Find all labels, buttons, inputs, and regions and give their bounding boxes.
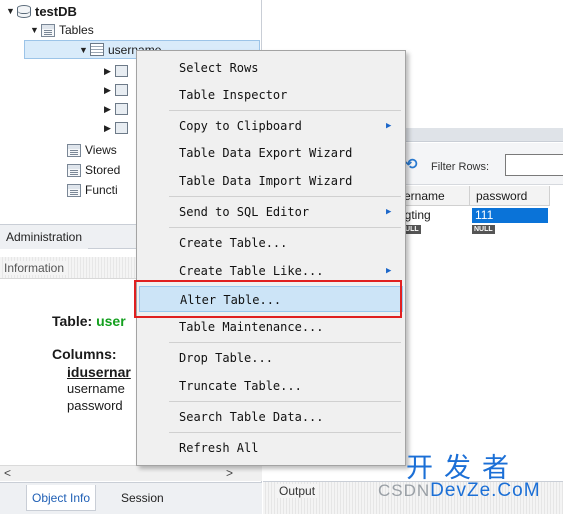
menu-item-label: Search Table Data...: [179, 410, 324, 424]
foreign-keys-icon: [115, 103, 128, 115]
tab-administration[interactable]: Administration: [0, 225, 89, 249]
tree-item-stored-procedures[interactable]: Stored: [67, 161, 120, 179]
scroll-left-icon[interactable]: <: [4, 466, 11, 480]
menu-item-table-data-import-wizard[interactable]: Table Data Import Wizard: [139, 168, 403, 194]
menu-item-label: Table Data Export Wizard: [179, 146, 353, 160]
tree-item-label: Views: [85, 143, 117, 157]
menu-separator: [169, 110, 401, 111]
info-columns-label: Columns:: [52, 346, 117, 362]
tree-item-functions[interactable]: Functi: [67, 181, 118, 199]
table-icon: [90, 43, 104, 56]
output-label: Output: [276, 484, 319, 498]
tree-item-columns[interactable]: ▶: [104, 62, 132, 80]
menu-item-label: Alter Table...: [180, 293, 282, 307]
menu-item-label: Refresh All: [179, 441, 259, 455]
menu-item-label: Create Table...: [179, 236, 288, 250]
menu-item-label: Table Maintenance...: [179, 320, 324, 334]
submenu-arrow-icon: ▶: [386, 266, 392, 276]
expand-arrow-icon[interactable]: ▼: [30, 25, 41, 35]
horizontal-scrollbar[interactable]: < >: [0, 465, 262, 481]
expand-arrow-icon[interactable]: ▶: [104, 123, 115, 134]
column-header-password[interactable]: password: [470, 186, 550, 206]
info-column-primary: idusernar: [67, 364, 131, 380]
menu-item-refresh-all[interactable]: Refresh All: [139, 435, 403, 461]
context-menu: Select Rows Table Inspector Copy to Clip…: [136, 50, 406, 466]
bottom-tab-bar: Object Info Session: [0, 482, 262, 514]
info-column: password: [67, 398, 123, 413]
tab-object-info[interactable]: Object Info: [26, 485, 97, 511]
indexes-icon: [115, 84, 128, 96]
grid-cell-username[interactable]: ngting: [398, 208, 468, 223]
filter-rows-label: Filter Rows:: [431, 161, 490, 173]
refresh-icon[interactable]: ⟲: [405, 157, 418, 172]
menu-separator: [169, 401, 401, 402]
tree-item-label: Stored: [85, 163, 121, 177]
tree-item-indexes[interactable]: ▶: [104, 81, 132, 99]
menu-item-create-table-like[interactable]: Create Table Like... ▶: [139, 258, 403, 284]
expand-arrow-icon[interactable]: ▶: [104, 104, 115, 115]
null-badge[interactable]: NULL: [472, 225, 495, 234]
menu-item-label: Copy to Clipboard: [179, 119, 302, 133]
columns-icon: [115, 65, 128, 77]
menu-item-label: Table Inspector: [179, 88, 288, 102]
submenu-arrow-icon: ▶: [386, 121, 392, 131]
menu-item-truncate-table[interactable]: Truncate Table...: [139, 373, 403, 399]
submenu-arrow-icon: ▶: [386, 207, 392, 217]
menu-item-copy-to-clipboard[interactable]: Copy to Clipboard ▶: [139, 113, 403, 139]
database-icon: [17, 4, 31, 18]
menu-item-table-inspector[interactable]: Table Inspector: [139, 82, 403, 108]
info-table-label: Table:: [52, 313, 93, 329]
scroll-right-icon[interactable]: >: [226, 466, 233, 480]
filter-rows-input[interactable]: [505, 154, 563, 176]
menu-item-label: Drop Table...: [179, 351, 273, 365]
info-table-line: Table: user: [52, 313, 126, 329]
expand-arrow-icon[interactable]: ▼: [6, 6, 17, 16]
menu-item-label: Send to SQL Editor: [179, 205, 310, 219]
expand-arrow-icon[interactable]: ▼: [79, 45, 90, 55]
menu-item-label: Table Data Import Wizard: [179, 174, 353, 188]
menu-item-table-data-export-wizard[interactable]: Table Data Export Wizard: [139, 140, 403, 166]
folder-icon: [67, 183, 81, 197]
menu-item-alter-table[interactable]: Alter Table...: [139, 286, 403, 312]
info-column: username: [67, 381, 125, 396]
tree-item-testdb[interactable]: ▼ testDB: [6, 2, 77, 20]
folder-icon: [67, 143, 81, 157]
menu-separator: [169, 342, 401, 343]
watermark-site: CSDNDevZe.CoM: [378, 480, 541, 502]
expand-arrow-icon[interactable]: ▶: [104, 85, 115, 96]
tree-item-foreign-keys[interactable]: ▶: [104, 100, 132, 118]
expand-arrow-icon[interactable]: ▶: [104, 66, 115, 77]
information-title: Information: [4, 261, 69, 275]
info-table-name: user: [96, 313, 126, 329]
folder-icon: [67, 163, 81, 177]
menu-item-label: Select Rows: [179, 61, 259, 75]
menu-item-select-rows[interactable]: Select Rows: [139, 55, 403, 81]
tree-item-label: Tables: [59, 23, 94, 37]
menu-item-send-to-sql-editor[interactable]: Send to SQL Editor ▶: [139, 199, 403, 225]
grid-cell-password[interactable]: 111: [472, 208, 548, 223]
menu-item-create-table[interactable]: Create Table...: [139, 230, 403, 256]
menu-item-table-maintenance[interactable]: Table Maintenance...: [139, 314, 403, 340]
tree-item-label: testDB: [35, 3, 77, 19]
tree-item-triggers[interactable]: ▶: [104, 119, 132, 137]
menu-item-drop-table[interactable]: Drop Table...: [139, 345, 403, 371]
menu-separator: [169, 227, 401, 228]
tree-item-tables[interactable]: ▼ Tables: [30, 21, 94, 39]
tree-item-views[interactable]: Views: [67, 141, 117, 159]
menu-item-search-table-data[interactable]: Search Table Data...: [139, 404, 403, 430]
menu-item-label: Create Table Like...: [179, 264, 324, 278]
tree-item-label: Functi: [85, 183, 118, 197]
folder-icon: [41, 23, 55, 37]
triggers-icon: [115, 122, 128, 134]
tab-session[interactable]: Session: [116, 485, 169, 511]
watermark-csdn: CSDN: [378, 481, 431, 500]
menu-separator: [169, 196, 401, 197]
menu-item-label: Truncate Table...: [179, 379, 302, 393]
watermark-devze: DevZe.CoM: [430, 480, 541, 501]
menu-separator: [169, 432, 401, 433]
